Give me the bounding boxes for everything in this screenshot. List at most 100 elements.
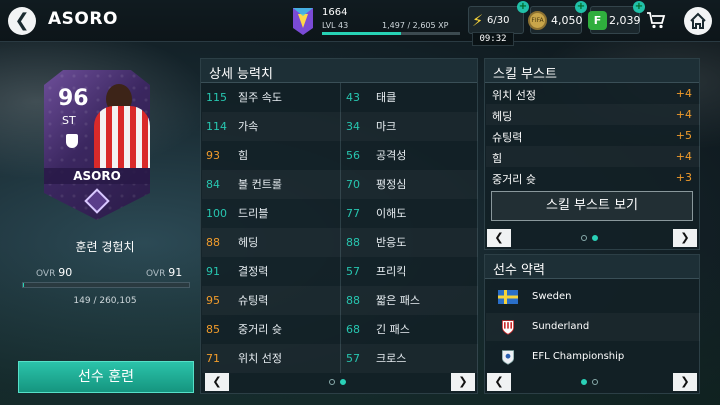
attribute-value: 88 <box>346 236 360 249</box>
table-row: 84 볼 컨트롤 70 평정심 <box>202 170 478 199</box>
table-row: 91 결정력 57 프리킥 <box>202 257 478 286</box>
attribute-label: 크로스 <box>376 352 407 365</box>
skill-boost-title: 스킬 부스트 <box>493 67 557 82</box>
attribute-value: 91 <box>206 265 220 278</box>
xp-text: 1,497 / 2,605 XP <box>382 21 449 30</box>
boost-prev-button[interactable]: ❮ <box>487 229 511 247</box>
attribute-value: 56 <box>346 149 360 162</box>
page-dot-active <box>581 379 587 385</box>
attribute-label: 중거리 슛 <box>238 323 282 336</box>
home-icon <box>690 12 706 29</box>
sunderland-crest-icon <box>502 320 514 335</box>
boost-next-button[interactable]: ❯ <box>673 229 697 247</box>
attribute-label: 프리킥 <box>376 265 407 278</box>
training-progress-bar <box>22 282 190 288</box>
table-row: 71 위치 선정 57 크로스 <box>202 344 478 373</box>
level-text: LVL 43 <box>322 21 349 30</box>
card-rating: 96 <box>58 86 89 111</box>
view-skill-boost-button[interactable]: 스킬 부스트 보기 <box>491 191 693 221</box>
table-row: 114 가속 34 마크 <box>202 112 478 141</box>
list-item: EFL Championship <box>486 343 700 371</box>
list-item: 헤딩 +4 <box>486 104 700 125</box>
boost-value: +4 <box>675 150 692 163</box>
xp-rating: 1664 <box>322 7 348 18</box>
lightning-icon: ⚡ <box>472 11 484 30</box>
points-plus-icon[interactable]: + <box>633 1 645 13</box>
energy-box[interactable]: ⚡ 6/30 + <box>468 1 529 34</box>
list-item: Sunderland <box>486 313 700 341</box>
attribute-value: 84 <box>206 178 220 191</box>
attribute-label: 마크 <box>376 120 397 133</box>
train-player-button[interactable]: 선수 훈련 <box>18 361 194 393</box>
list-item: 위치 선정 +4 <box>486 83 700 104</box>
info-prev-button[interactable]: ❮ <box>487 373 511 391</box>
training-label: 훈련 경험치 <box>75 240 135 254</box>
info-next-button[interactable]: ❯ <box>673 373 697 391</box>
attribute-value: 100 <box>206 207 227 220</box>
nation-label: Sweden <box>532 291 572 302</box>
xp-progress-fill <box>322 32 402 35</box>
attribute-label: 드리블 <box>238 207 269 220</box>
list-item: Sweden <box>486 283 700 311</box>
coins-plus-icon[interactable]: + <box>575 1 587 13</box>
card-position: ST <box>62 114 76 127</box>
training-xp: 149 / 260,105 <box>73 296 137 306</box>
boost-label: 헤딩 <box>492 110 513 123</box>
boost-value: +4 <box>675 87 692 100</box>
cart-icon[interactable] <box>646 10 666 30</box>
page-dot-active <box>592 235 598 241</box>
boost-value: +4 <box>675 108 692 121</box>
table-row: 88 헤딩 88 반응도 <box>202 228 478 257</box>
table-row: 95 슈팅력 88 짧은 패스 <box>202 286 478 315</box>
club-badge-icon <box>66 134 78 148</box>
attributes-next-button[interactable]: ❯ <box>451 373 475 391</box>
training-progress-fill <box>23 283 24 287</box>
attribute-value: 43 <box>346 91 360 104</box>
attribute-label: 위치 선정 <box>238 352 282 365</box>
attributes-header: 상세 능력치 <box>201 59 477 83</box>
attribute-value: 68 <box>346 323 360 336</box>
player-info-title: 선수 약력 <box>493 263 545 278</box>
table-row: 93 힘 56 공격성 <box>202 141 478 170</box>
attribute-label: 긴 패스 <box>376 323 410 336</box>
boost-label: 중거리 슛 <box>492 173 536 186</box>
league-label: EFL Championship <box>532 351 625 362</box>
attribute-value: 115 <box>206 91 227 104</box>
attributes-panel: 상세 능력치 115 질주 속도 43 태클 114 가속 34 마크 93 힘 56 공격성 84 볼 … <box>200 58 478 394</box>
attribute-label: 가속 <box>238 120 259 133</box>
attribute-value: 77 <box>346 207 360 220</box>
attribute-value: 71 <box>206 352 220 365</box>
level-badge-icon <box>293 8 313 35</box>
attribute-value: 114 <box>206 120 227 133</box>
attribute-label: 반응도 <box>376 236 407 249</box>
attribute-value: 95 <box>206 294 220 307</box>
attribute-value: 57 <box>346 265 360 278</box>
sweden-flag-icon <box>498 290 518 304</box>
attribute-value: 88 <box>346 294 360 307</box>
player-info-header: 선수 약력 <box>485 255 699 279</box>
home-button[interactable] <box>684 7 712 35</box>
energy-count: 6/30 <box>487 15 510 26</box>
page-dot-active <box>340 379 346 385</box>
list-item: 슈팅력 +5 <box>486 125 700 146</box>
back-button[interactable]: ❮ <box>8 7 36 35</box>
attribute-value: 70 <box>346 178 360 191</box>
player-card[interactable]: 96 ST ASORO <box>44 70 150 220</box>
player-info-panel: 선수 약력 Sweden Sunderland EFL Championship… <box>484 254 700 394</box>
attribute-value: 88 <box>206 236 220 249</box>
efl-championship-icon <box>502 350 514 365</box>
attribute-label: 짧은 패스 <box>376 294 420 307</box>
attributes-prev-button[interactable]: ❮ <box>205 373 229 391</box>
list-item: 힘 +4 <box>486 146 700 167</box>
coins-box[interactable]: FIFA 4,050 + <box>528 1 587 34</box>
energy-plus-icon[interactable]: + <box>517 1 529 13</box>
top-bar: ❮ ASORO 1664 LVL 43 1,497 / 2,605 XP ⚡ 6… <box>0 0 720 42</box>
page-dot <box>581 235 587 241</box>
attribute-label: 힘 <box>238 149 249 162</box>
boost-label: 슈팅력 <box>492 131 523 144</box>
points-box[interactable]: F 2,039 + <box>588 1 645 34</box>
xp-progress-bar <box>322 32 460 35</box>
table-row: 85 중거리 슛 68 긴 패스 <box>202 315 478 344</box>
boost-label: 힘 <box>492 152 503 165</box>
boost-label: 위치 선정 <box>492 89 536 102</box>
